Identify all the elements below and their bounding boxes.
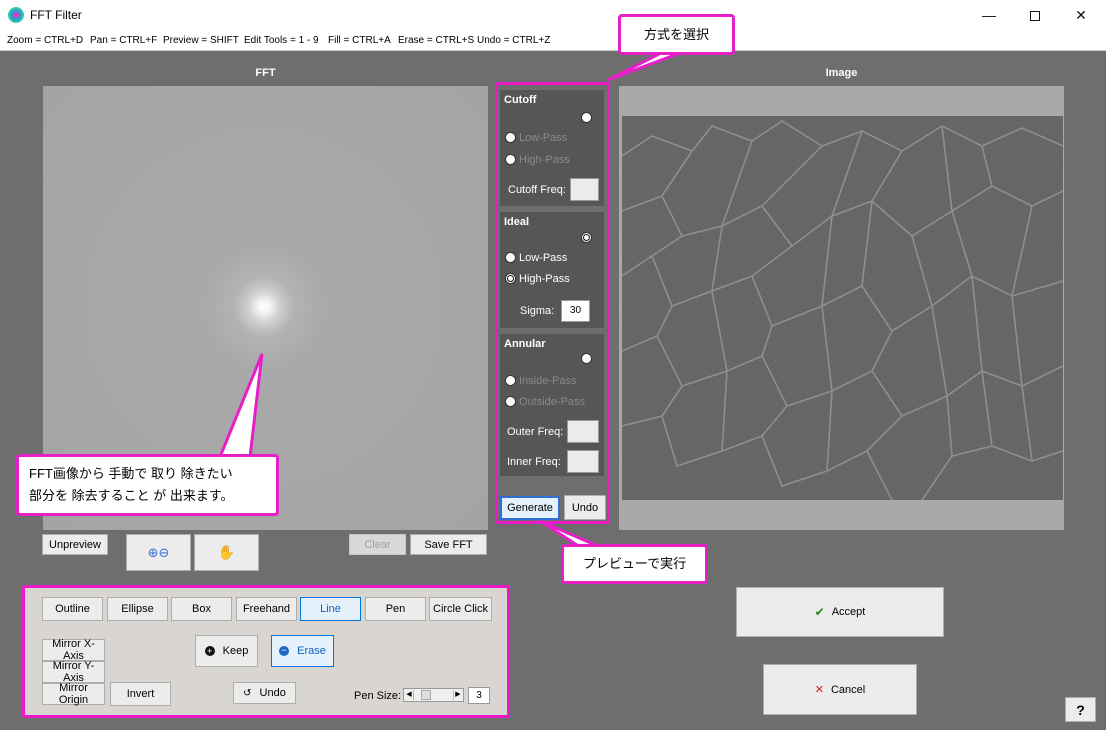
method-callout-text: 方式を選択	[643, 26, 709, 42]
fft-note-text: FFT画像から 手動で 取り 除きたい 部分を 除去すること が 出来ます。	[29, 466, 234, 503]
method-callout-pointer	[607, 51, 681, 82]
generate-callout-text: プレビューで実行	[582, 556, 687, 571]
generate-callout: プレビューで実行	[561, 544, 708, 584]
fft-callout-pointer	[217, 353, 264, 459]
callout-pointers	[217, 51, 681, 549]
fft-note-callout: FFT画像から 手動で 取り 除きたい 部分を 除去すること が 出来ます。	[16, 454, 279, 516]
method-callout: 方式を選択	[618, 14, 735, 55]
